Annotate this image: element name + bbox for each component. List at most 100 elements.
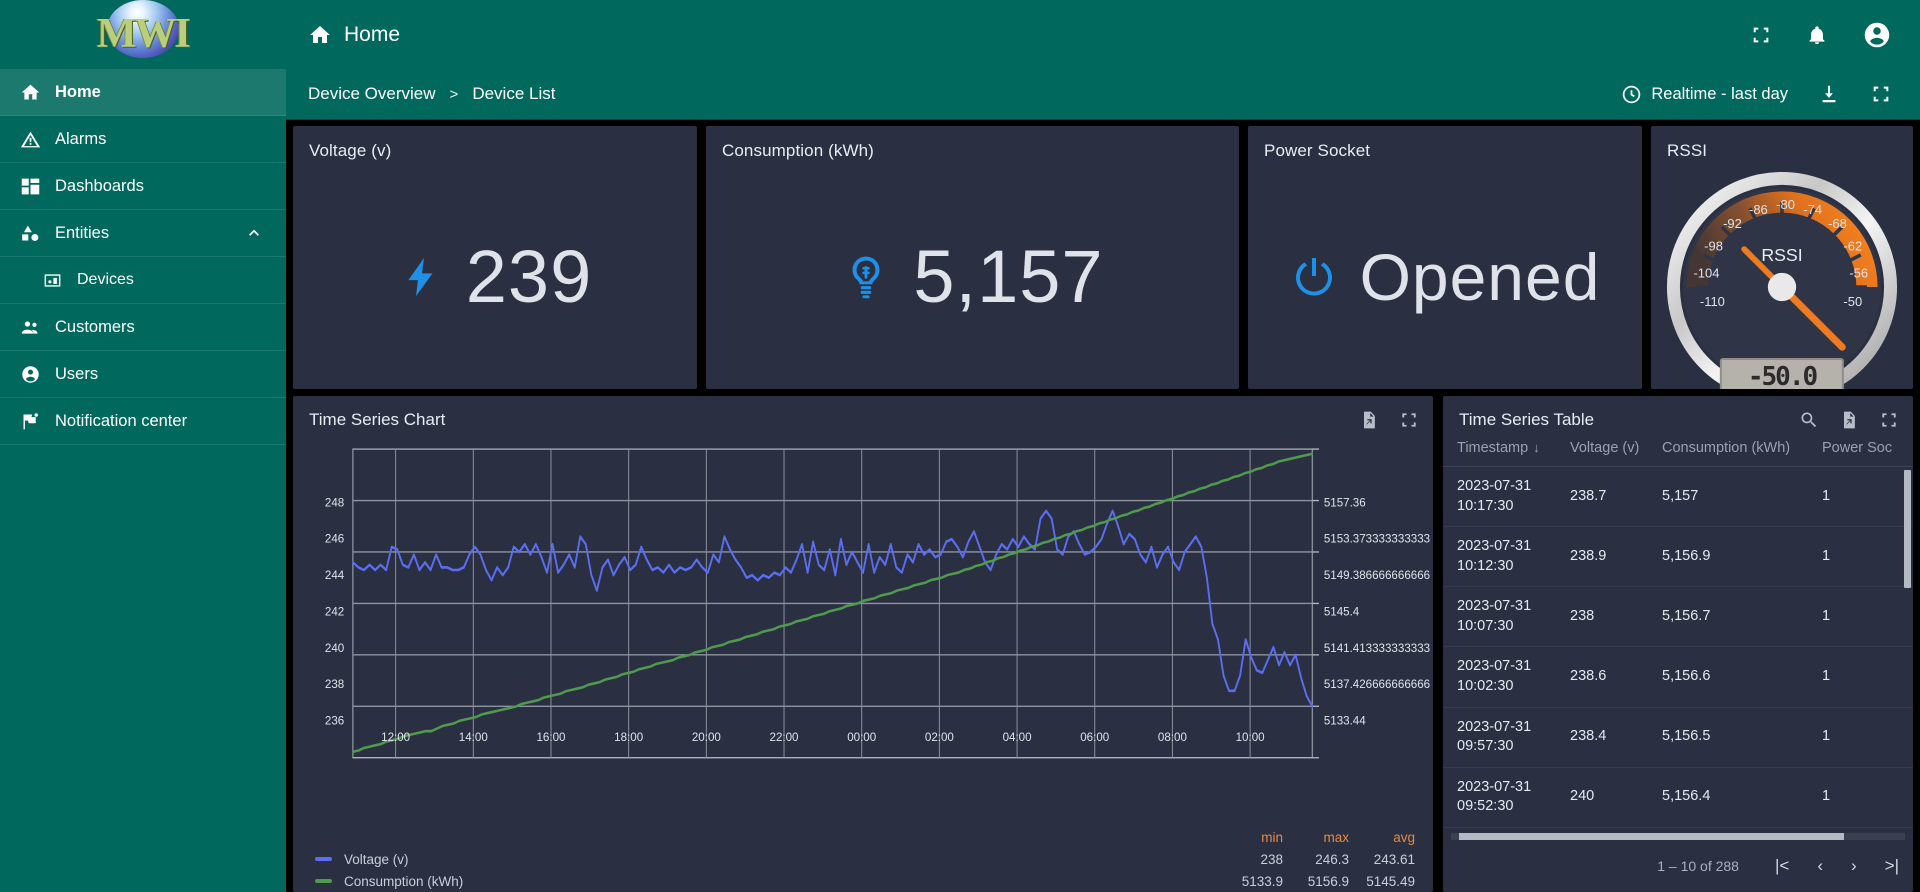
svg-text:-50: -50	[1843, 293, 1862, 308]
main-area: Home Device Overview > Device List Realt…	[286, 0, 1920, 892]
export-file-icon[interactable]	[1359, 410, 1379, 430]
x-axis-tick: 06:00	[1080, 732, 1109, 744]
svg-text:-68: -68	[1828, 216, 1847, 231]
cell-timestamp: 2023-07-31 10:02:30	[1443, 646, 1570, 708]
paginator-prev-button[interactable]: ‹	[1817, 856, 1823, 876]
table-row[interactable]: 2023-07-31 09:52:30 240 5,156.4 1	[1443, 767, 1913, 828]
account-circle-icon[interactable]	[1862, 20, 1892, 50]
toolbar-home[interactable]: Home	[308, 23, 400, 47]
breadcrumb-separator: >	[449, 85, 459, 103]
logo-text: MWI	[97, 10, 191, 57]
y-axis-left-tick: 248	[325, 497, 344, 509]
entities-icon	[18, 221, 42, 245]
table-row[interactable]: 2023-07-31 10:17:30 238.7 5,157 1	[1443, 466, 1913, 528]
breadcrumb-bar: Device Overview > Device List Realtime -…	[286, 69, 1920, 120]
fullscreen-icon[interactable]	[1879, 410, 1899, 430]
legend-stat-max: max	[1323, 829, 1349, 845]
cell-voltage: 240	[1570, 767, 1662, 828]
chart-canvas[interactable]: 236 238 240 242 244 246 248 5133.44 5137.4266666…	[293, 430, 1433, 826]
table-row[interactable]: 2023-07-31 10:07:30 238 5,156.7 1	[1443, 586, 1913, 648]
cell-timestamp: 2023-07-31 10:17:30	[1443, 466, 1570, 528]
horizontal-scrollbar-track[interactable]	[1451, 833, 1905, 840]
panel-actions	[1799, 410, 1899, 430]
panel-time-series-chart: Time Series Chart 236 238 240 242 244 24…	[293, 396, 1433, 892]
export-file-icon[interactable]	[1839, 410, 1859, 430]
legend-swatch	[315, 879, 332, 883]
breadcrumb-item-device-list[interactable]: Device List	[472, 84, 555, 104]
bell-icon[interactable]	[1806, 24, 1828, 46]
table-scroll-area[interactable]: Timestamp ↓ Voltage (v) Consumption (kWh)…	[1443, 430, 1913, 840]
table-row[interactable]: 2023-07-31 10:12:30 238.9 5,156.9 1	[1443, 526, 1913, 588]
panel-actions	[1359, 410, 1419, 430]
app-root: MWI Home Alarms Dashboards Entities Devi…	[0, 0, 1920, 892]
cell-power-socket: 1	[1822, 526, 1913, 588]
legend-item-consumption[interactable]: Consumption (kWh) 5133.9 5156.9 5145.49	[315, 870, 1415, 892]
x-axis-tick: 08:00	[1158, 732, 1187, 744]
x-axis-tick: 04:00	[1003, 732, 1032, 744]
card-body: Opened	[1248, 145, 1642, 389]
paginator-first-button[interactable]: |<	[1775, 856, 1789, 876]
card-consumption: Consumption (kWh) 5,157	[706, 126, 1239, 389]
card-body: 239	[293, 145, 697, 389]
sidebar-item-dashboards[interactable]: Dashboards	[0, 163, 286, 210]
panel-header: Time Series Table	[1443, 396, 1913, 430]
table-body: 2023-07-31 10:17:30 238.7 5,157 1 2023-07-31…	[1443, 466, 1913, 840]
fullscreen-icon[interactable]	[1750, 24, 1772, 46]
fullscreen-icon[interactable]	[1399, 410, 1419, 430]
y-axis-left-tick: 236	[325, 716, 344, 728]
lightbulb-icon	[841, 246, 891, 308]
rssi-gauge: -110 -104 -98 -92 -86 -80 -74 -68 -62 -5…	[1651, 155, 1913, 389]
breadcrumb-item-device-overview[interactable]: Device Overview	[308, 84, 436, 104]
bottom-row: Time Series Chart 236 238 240 242 244 24…	[293, 396, 1913, 892]
svg-text:-104: -104	[1693, 265, 1719, 280]
sidebar-item-customers[interactable]: Customers	[0, 304, 286, 351]
panel-header: Time Series Chart	[293, 396, 1433, 430]
legend-item-voltage[interactable]: Voltage (v) 238 246.3 243.61	[315, 848, 1415, 870]
breadcrumb-actions: Realtime - last day	[1621, 83, 1892, 105]
table-row[interactable]: 2023-07-31 09:57:30 238.4 5,156.5 1	[1443, 707, 1913, 768]
column-header-voltage[interactable]: Voltage (v)	[1570, 430, 1662, 467]
customers-icon	[18, 315, 42, 339]
svg-text:-92: -92	[1723, 216, 1742, 231]
paginator-last-button[interactable]: >|	[1885, 856, 1899, 876]
cell-power-socket: 1	[1822, 767, 1913, 828]
download-icon[interactable]	[1818, 83, 1840, 105]
app-logo[interactable]: MWI	[0, 0, 286, 69]
chevron-up-icon[interactable]	[244, 223, 264, 243]
y-axis-left-tick: 238	[325, 679, 344, 691]
column-header-timestamp[interactable]: Timestamp ↓	[1443, 430, 1570, 467]
timewindow-selector[interactable]: Realtime - last day	[1621, 84, 1788, 105]
paginator-next-button[interactable]: ›	[1851, 856, 1857, 876]
card-value: 239	[465, 234, 593, 318]
sidebar-item-users[interactable]: Users	[0, 351, 286, 398]
svg-text:-86: -86	[1749, 201, 1768, 216]
table-row[interactable]: 2023-07-31 10:02:30 238.6 5,156.6 1	[1443, 646, 1913, 708]
paginator-range-label: 1 – 10 of 288	[1657, 858, 1739, 874]
sidebar-item-notification-center[interactable]: Notification center	[0, 398, 286, 445]
devices-icon	[40, 268, 64, 292]
y-axis-right-tick: 5133.44	[1324, 716, 1366, 728]
sidebar-item-devices[interactable]: Devices	[0, 257, 286, 304]
vertical-scrollbar[interactable]	[1904, 470, 1911, 588]
cell-power-socket: 1	[1822, 586, 1913, 648]
sidebar-item-label: Dashboards	[55, 176, 144, 195]
card-rssi: RSSI -110 -104 -98 -92 -86 -80 -74 -68 -…	[1651, 126, 1913, 389]
sidebar-item-home[interactable]: Home	[0, 69, 286, 116]
sidebar-item-label: Notification center	[55, 411, 188, 430]
sidebar-item-entities[interactable]: Entities	[0, 210, 286, 257]
sidebar-item-alarms[interactable]: Alarms	[0, 116, 286, 163]
fullscreen-icon[interactable]	[1870, 83, 1892, 105]
cell-timestamp: 2023-07-31 09:52:30	[1443, 767, 1570, 828]
column-header-consumption[interactable]: Consumption (kWh)	[1662, 430, 1822, 467]
cell-voltage: 238.9	[1570, 526, 1662, 588]
table-header-row: Timestamp ↓ Voltage (v) Consumption (kWh)…	[1443, 430, 1913, 467]
cell-timestamp: 2023-07-31 10:12:30	[1443, 526, 1570, 588]
legend-label: Voltage (v)	[344, 851, 409, 867]
horizontal-scrollbar-thumb[interactable]	[1459, 833, 1844, 840]
legend-stat-min: min	[1261, 829, 1283, 845]
table-header: Timestamp ↓ Voltage (v) Consumption (kWh)…	[1443, 430, 1913, 467]
column-header-power-socket[interactable]: Power Soc	[1822, 430, 1913, 467]
search-icon[interactable]	[1799, 410, 1819, 430]
x-axis-tick: 22:00	[770, 732, 799, 744]
users-icon	[18, 362, 42, 386]
